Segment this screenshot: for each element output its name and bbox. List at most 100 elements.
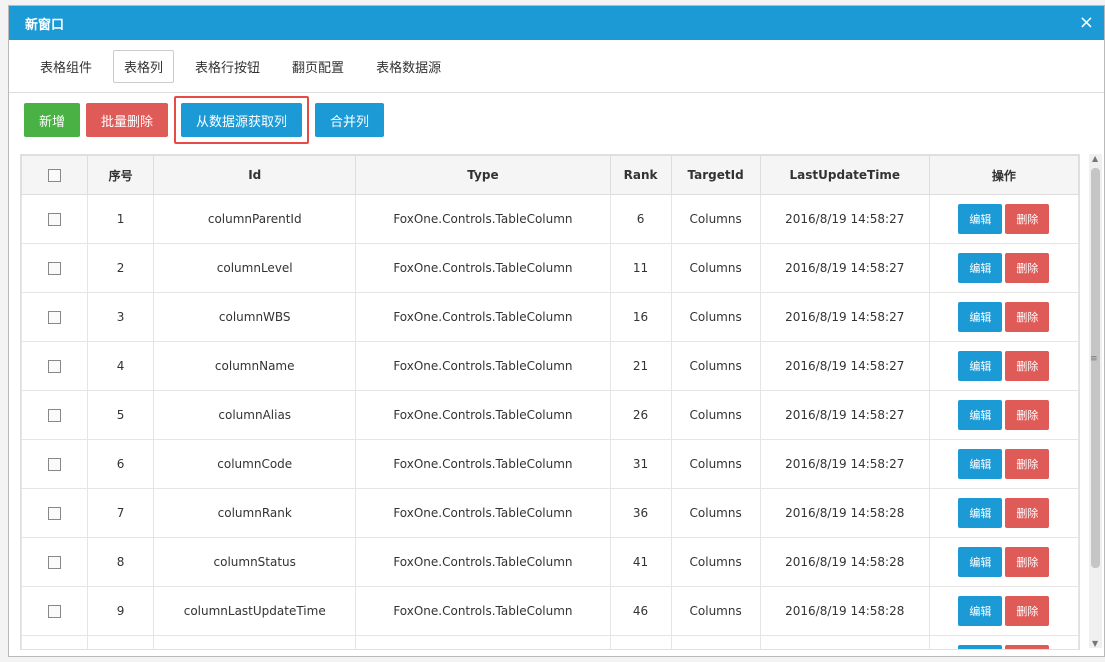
edit-button[interactable]: 编辑 (958, 351, 1003, 381)
tab-data-source[interactable]: 表格数据源 (365, 50, 452, 83)
delete-button[interactable]: 删除 (1005, 498, 1050, 528)
delete-button[interactable]: 删除 (1005, 596, 1050, 626)
edit-button[interactable]: 编辑 (958, 449, 1003, 479)
batch-delete-button[interactable]: 批量删除 (86, 103, 169, 137)
cell-type: FoxOne.Controls.TableColumn (355, 243, 611, 293)
row-checkbox[interactable] (48, 458, 62, 471)
cell-type: FoxOne.Controls.TableColumn (355, 586, 611, 636)
row-select-cell (21, 341, 89, 391)
table-row: 3 columnWBS FoxOne.Controls.TableColumn … (21, 292, 1079, 342)
cell-lastupdatetime: 2016/8/19 14:58:27 (759, 341, 930, 391)
row-select-cell (21, 194, 89, 244)
scroll-grip-icon: ≡ (1090, 354, 1098, 364)
row-checkbox[interactable] (48, 311, 62, 324)
cell-no: 2 (87, 243, 155, 293)
edit-button[interactable]: 编辑 (958, 204, 1003, 234)
cell-actions: 编辑删除 (928, 194, 1079, 244)
table-header-row: 序号 Id Type Rank TargetId LastUpdateTime … (21, 155, 1079, 195)
scroll-down-icon[interactable]: ▼ (1092, 639, 1098, 648)
edit-button[interactable]: 编辑 (958, 498, 1003, 528)
cell-no: 9 (87, 586, 155, 636)
cell-no: 8 (87, 537, 155, 587)
cell-lastupdatetime: 2016/8/19 14:58:28 (759, 635, 930, 649)
cell-lastupdatetime: 2016/8/19 14:58:27 (759, 439, 930, 489)
row-checkbox[interactable] (48, 605, 62, 618)
cell-rank: 46 (609, 586, 672, 636)
cell-id: columnId (153, 635, 357, 649)
cell-no: 4 (87, 341, 155, 391)
delete-button[interactable]: 删除 (1005, 400, 1050, 430)
cell-targetid: Columns (670, 194, 761, 244)
cell-no: 6 (87, 439, 155, 489)
cell-id: columnParentId (153, 194, 357, 244)
cell-lastupdatetime: 2016/8/19 14:58:27 (759, 390, 930, 440)
row-checkbox[interactable] (48, 556, 62, 569)
row-checkbox[interactable] (48, 213, 62, 226)
delete-button[interactable]: 删除 (1005, 204, 1050, 234)
table-row: 9 columnLastUpdateTime FoxOne.Controls.T… (21, 586, 1079, 636)
cell-rank: 6 (609, 194, 672, 244)
edit-button[interactable]: 编辑 (958, 645, 1003, 649)
select-all-checkbox[interactable] (48, 169, 62, 182)
add-button[interactable]: 新增 (24, 103, 81, 137)
cell-actions: 编辑删除 (928, 635, 1079, 649)
edit-button[interactable]: 编辑 (958, 596, 1003, 626)
cell-type: FoxOne.Controls.TableColumn (355, 488, 611, 538)
fetch-columns-button[interactable]: 从数据源获取列 (181, 103, 303, 137)
tab-table-component[interactable]: 表格组件 (29, 50, 103, 83)
cell-targetid: Columns (670, 537, 761, 587)
close-icon[interactable]: × (1079, 14, 1094, 32)
highlight-box: 从数据源获取列 (174, 96, 310, 144)
cell-no: 7 (87, 488, 155, 538)
cell-id: columnName (153, 341, 357, 391)
edit-button[interactable]: 编辑 (958, 302, 1003, 332)
dialog-title: 新窗口 (25, 17, 65, 33)
cell-actions: 编辑删除 (928, 586, 1079, 636)
cell-actions: 编辑删除 (928, 341, 1079, 391)
cell-id: columnLevel (153, 243, 357, 293)
row-checkbox[interactable] (48, 262, 62, 275)
cell-type: FoxOne.Controls.TableColumn (355, 390, 611, 440)
vertical-scrollbar[interactable]: ▲ ≡ ▼ (1089, 154, 1102, 648)
dialog-window: 新窗口 × 表格组件 表格列 表格行按钮 翻页配置 表格数据源 新增 批量删除 … (8, 5, 1105, 657)
delete-button[interactable]: 删除 (1005, 253, 1050, 283)
row-select-cell (21, 292, 89, 342)
header-no: 序号 (87, 155, 155, 195)
cell-targetid: Columns (670, 243, 761, 293)
columns-table: 序号 Id Type Rank TargetId LastUpdateTime … (20, 154, 1080, 650)
tab-bar: 表格组件 表格列 表格行按钮 翻页配置 表格数据源 (9, 40, 1104, 93)
edit-button[interactable]: 编辑 (958, 253, 1003, 283)
row-checkbox[interactable] (48, 507, 62, 520)
row-select-cell (21, 243, 89, 293)
row-select-cell (21, 635, 89, 649)
delete-button[interactable]: 删除 (1005, 547, 1050, 577)
merge-columns-button[interactable]: 合并列 (315, 103, 385, 137)
row-checkbox[interactable] (48, 360, 62, 373)
scroll-thumb[interactable] (1091, 168, 1100, 568)
cell-actions: 编辑删除 (928, 488, 1079, 538)
cell-type: FoxOne.Controls.TableColumn (355, 292, 611, 342)
scroll-up-icon[interactable]: ▲ (1092, 154, 1098, 163)
delete-button[interactable]: 删除 (1005, 449, 1050, 479)
row-checkbox[interactable] (48, 409, 62, 422)
edit-button[interactable]: 编辑 (958, 400, 1003, 430)
table-row: 5 columnAlias FoxOne.Controls.TableColum… (21, 390, 1079, 440)
cell-targetid: Columns (670, 390, 761, 440)
delete-button[interactable]: 删除 (1005, 302, 1050, 332)
tab-row-buttons[interactable]: 表格行按钮 (184, 50, 271, 83)
tab-pagination[interactable]: 翻页配置 (281, 50, 355, 83)
cell-id: columnLastUpdateTime (153, 586, 357, 636)
header-rank: Rank (609, 155, 672, 195)
table-row: 10 columnId FoxOne.Controls.TableColumn … (21, 635, 1079, 649)
table-row: 1 columnParentId FoxOne.Controls.TableCo… (21, 194, 1079, 244)
delete-button[interactable]: 删除 (1005, 351, 1050, 381)
cell-actions: 编辑删除 (928, 390, 1079, 440)
edit-button[interactable]: 编辑 (958, 547, 1003, 577)
cell-targetid: Columns (670, 439, 761, 489)
tab-table-columns[interactable]: 表格列 (113, 49, 175, 83)
row-select-cell (21, 537, 89, 587)
cell-lastupdatetime: 2016/8/19 14:58:27 (759, 243, 930, 293)
row-select-cell (21, 586, 89, 636)
cell-targetid: Columns (670, 292, 761, 342)
delete-button[interactable]: 删除 (1005, 645, 1050, 649)
